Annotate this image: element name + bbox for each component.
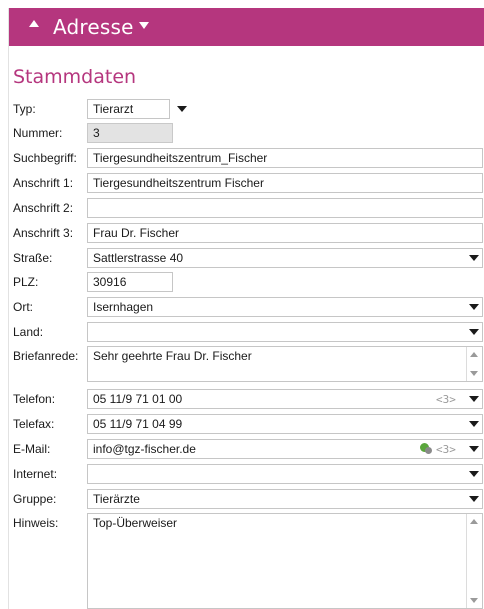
scroll-down-icon[interactable] [470,598,478,603]
telefax-field[interactable]: 05 11/9 71 04 99 [87,414,483,434]
label-telefon: Telefon: [13,392,56,406]
menu-dropdown-icon[interactable] [139,22,149,29]
label-hinweis: Hinweis: [13,516,59,530]
internet-dropdown-icon[interactable] [465,464,483,484]
email-count-badge[interactable]: <3> [436,443,456,456]
email-dropdown-icon[interactable] [465,439,483,459]
telefon-field[interactable]: 05 11/9 71 01 00 [87,389,483,409]
suchbegriff-field[interactable]: Tiergesundheitszentrum_Fischer [87,148,483,168]
hinweis-field[interactable]: Top-Überweiser [87,513,483,609]
telefon-count-badge[interactable]: <3> [436,393,456,406]
scroll-up-icon[interactable] [470,519,478,524]
ort-dropdown-icon[interactable] [465,297,483,317]
strasse-field[interactable]: Sattlerstrasse 40 [87,248,483,268]
label-strasse: Straße: [13,251,53,265]
briefanrede-scrollbar[interactable] [466,347,482,381]
label-plz: PLZ: [13,275,39,289]
typ-select[interactable]: Tierarzt [87,99,170,119]
collapse-up-icon[interactable] [29,20,39,27]
anschrift3-field[interactable]: Frau Dr. Fischer [87,223,483,243]
label-gruppe: Gruppe: [13,492,57,506]
label-internet: Internet: [13,467,58,481]
label-anschrift3: Anschrift 3: [13,226,74,240]
label-ort: Ort: [13,300,33,314]
land-dropdown-icon[interactable] [465,322,483,342]
gruppe-dropdown-icon[interactable] [465,489,483,509]
telefon-dropdown-icon[interactable] [465,389,483,409]
briefanrede-field[interactable]: Sehr geehrte Frau Dr. Fischer [87,346,483,382]
title-bar: Adresse [9,8,484,46]
label-anschrift1: Anschrift 1: [13,176,74,190]
hinweis-scrollbar[interactable] [466,514,482,608]
telefax-dropdown-icon[interactable] [465,414,483,434]
scroll-up-icon[interactable] [470,352,478,357]
label-land: Land: [13,325,44,339]
anschrift1-field[interactable]: Tiergesundheitszentrum Fischer [87,173,483,193]
land-field[interactable] [87,322,483,342]
label-telefax: Telefax: [13,417,55,431]
gruppe-field[interactable]: Tierärzte [87,489,483,509]
label-typ: Typ: [13,102,36,116]
typ-dropdown-icon[interactable] [173,99,191,119]
window-title: Adresse [53,15,134,39]
anschrift2-field[interactable] [87,198,483,218]
label-nummer: Nummer: [13,126,63,140]
scroll-down-icon[interactable] [470,371,478,376]
nummer-field: 3 [87,123,173,143]
ort-field[interactable]: Isernhagen [87,297,483,317]
section-title: Stammdaten [13,66,137,88]
label-email: E-Mail: [13,442,51,456]
plz-field[interactable]: 30916 [87,272,173,292]
label-suchbegriff: Suchbegriff: [13,151,77,165]
label-briefanrede: Briefanrede: [13,349,79,363]
internet-field[interactable] [87,464,483,484]
address-panel: Adresse Stammdaten Typ: Tierarzt Nummer:… [8,8,484,609]
email-contact-icon [425,447,432,454]
strasse-dropdown-icon[interactable] [465,248,483,268]
label-anschrift2: Anschrift 2: [13,201,74,215]
